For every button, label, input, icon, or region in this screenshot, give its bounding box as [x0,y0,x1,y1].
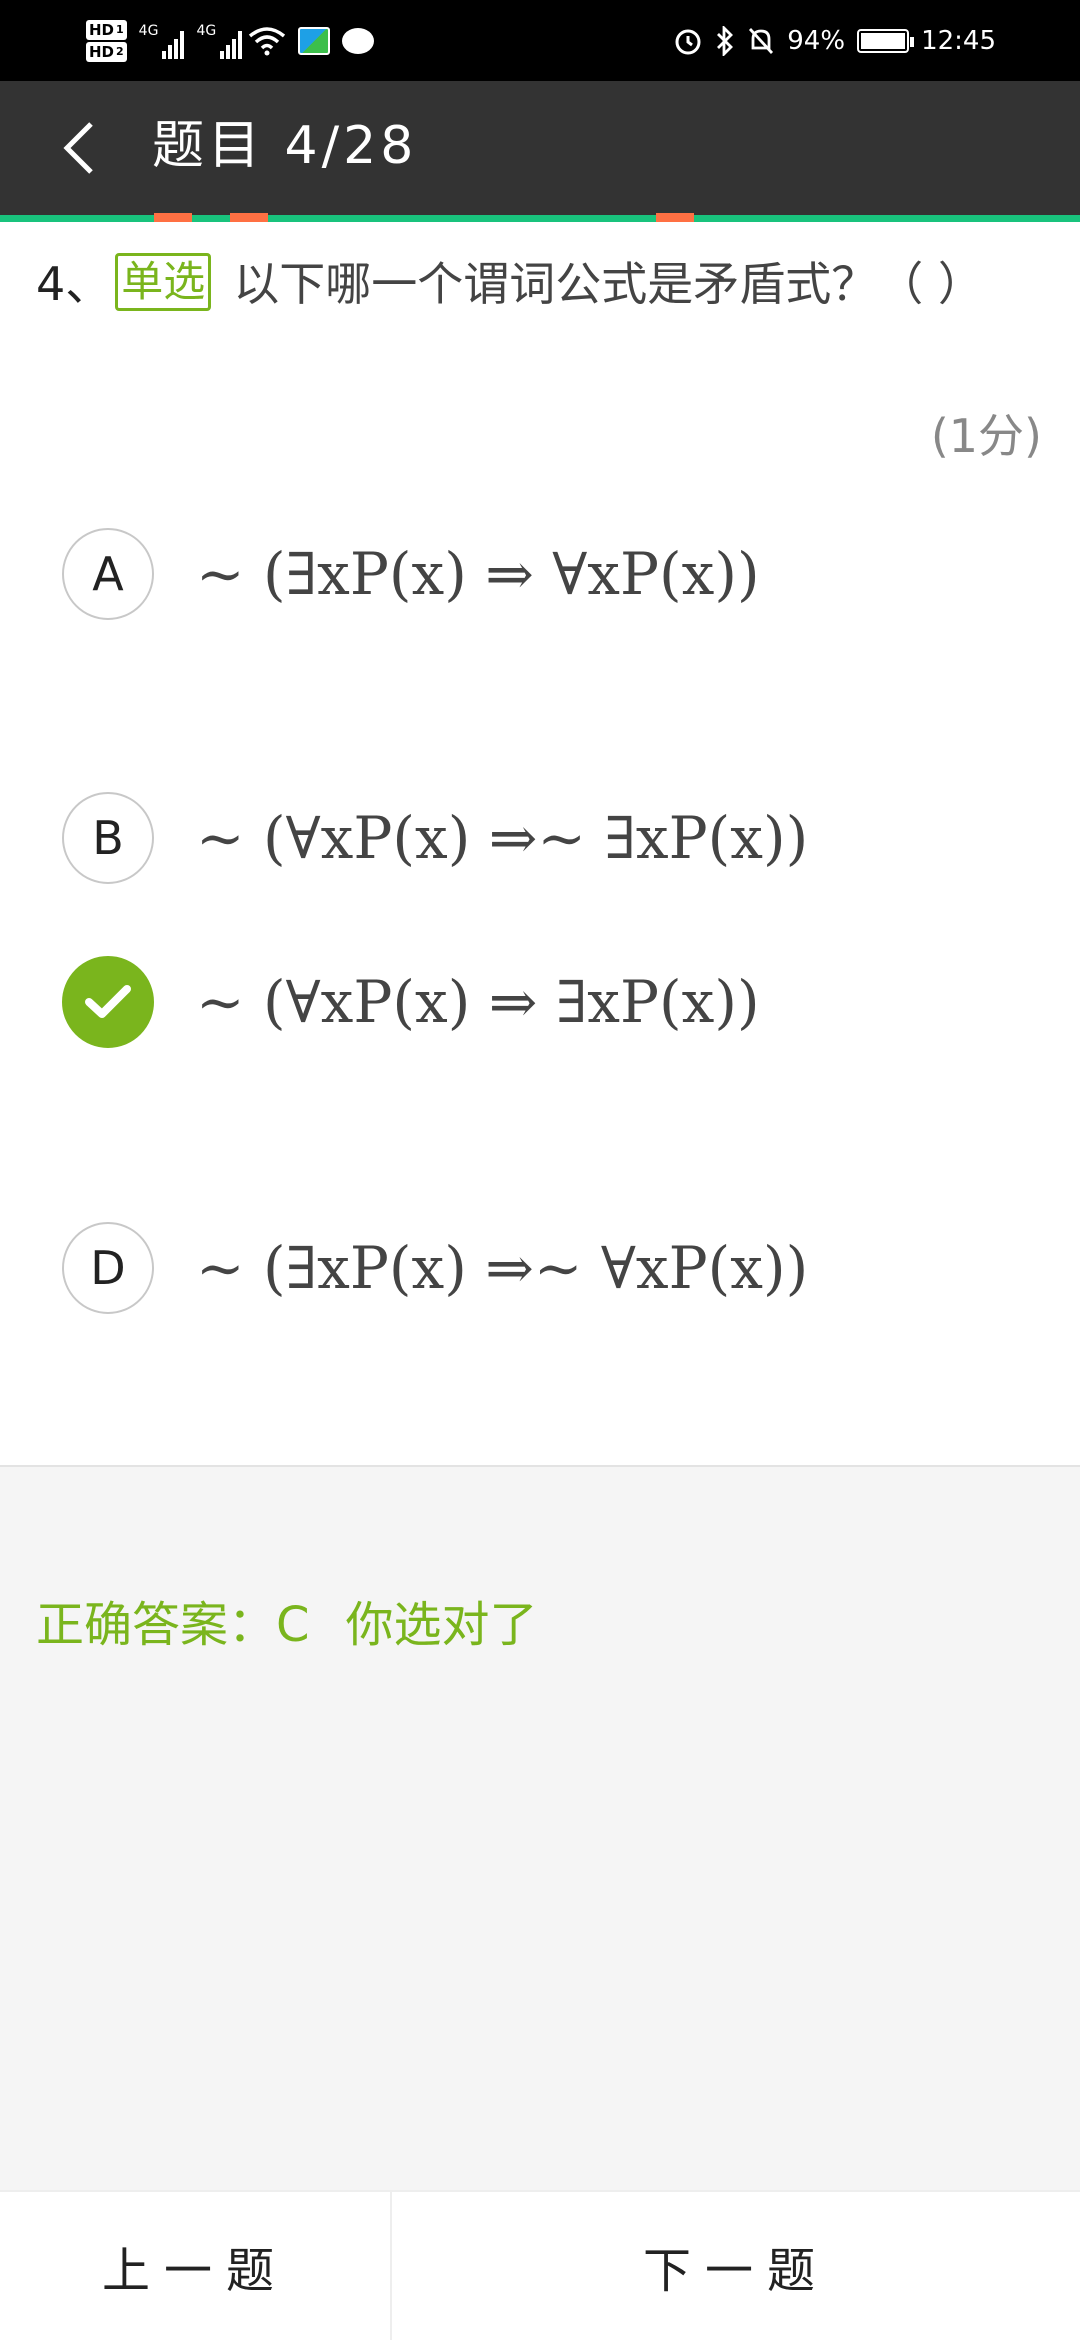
progress-marker [656,213,694,222]
option-b[interactable]: B ∼ (∀xP(x) ⇒∼ ∃xP(x)) [62,790,1022,886]
question-text: 以下哪一个谓词公式是矛盾式？（ ） [233,257,984,311]
hd1-badge: HD 1 [86,20,127,40]
signal-icon-2: 4G [196,23,243,59]
option-a-radio[interactable]: A [62,528,154,620]
question-stem: 4、 单选 以下哪一个谓词公式是矛盾式？（ ） [36,248,1046,320]
app-notification-icon [298,27,331,55]
prev-question-button[interactable]: 上一题 [0,2192,392,2340]
mute-icon [749,28,774,54]
chevron-left-icon [63,122,93,174]
option-a[interactable]: A ∼ (∃xP(x) ⇒ ∀xP(x)) [62,526,1022,622]
hd2-badge: HD 2 [86,42,127,62]
wifi-icon [249,27,286,56]
question-score: (1分) [930,409,1042,463]
page-title: 题目 4/28 [152,116,418,176]
chat-icon [342,28,375,54]
bottom-nav: 上一题 下一题 [0,2190,1080,2340]
checkmark-icon [85,985,131,1018]
option-c-formula: ∼ (∀xP(x) ⇒ ∃xP(x)) [196,968,760,1036]
status-bar: HD 1 HD 2 4G 4G 94% 12:45 [0,0,1080,81]
option-c[interactable]: ∼ (∀xP(x) ⇒ ∃xP(x)) [62,954,1022,1050]
signal-icon: 4G [139,23,185,59]
back-button[interactable] [44,113,114,183]
option-d-formula: ∼ (∃xP(x) ⇒∼ ∀xP(x)) [196,1234,809,1302]
network-type-1: 4G [138,23,159,39]
status-left: HD 1 HD 2 4G 4G [86,10,375,72]
network-type-2: 4G [196,23,217,39]
answer-feedback: 你选对了 [345,1597,538,1653]
progress-marker [154,213,192,222]
progress-marker [230,213,268,222]
option-c-radio-selected[interactable] [62,956,154,1048]
next-question-button[interactable]: 下一题 [392,2192,1080,2340]
alarm-icon [675,29,701,55]
clock: 12:45 [921,26,996,56]
answer-result: 正确答案：C 你选对了 [36,1585,574,1655]
app-header: 题目 4/28 [0,81,1080,215]
hd-indicators: HD 1 HD 2 [86,20,127,62]
question-number: 4、 [36,257,112,311]
option-b-radio[interactable]: B [62,792,154,884]
bluetooth-icon [717,26,734,56]
option-a-formula: ∼ (∃xP(x) ⇒ ∀xP(x)) [196,540,760,608]
battery-icon [857,29,915,53]
battery-percent: 94% [787,26,846,56]
option-b-formula: ∼ (∀xP(x) ⇒∼ ∃xP(x)) [196,804,809,872]
question-type-badge: 单选 [115,253,212,311]
status-right: 94% 12:45 [673,18,996,64]
correct-answer: 正确答案：C [36,1597,310,1653]
option-d[interactable]: D ∼ (∃xP(x) ⇒∼ ∀xP(x)) [62,1220,1022,1316]
answer-panel: 正确答案：C 你选对了 [0,1465,1080,2190]
option-d-radio[interactable]: D [62,1222,154,1314]
